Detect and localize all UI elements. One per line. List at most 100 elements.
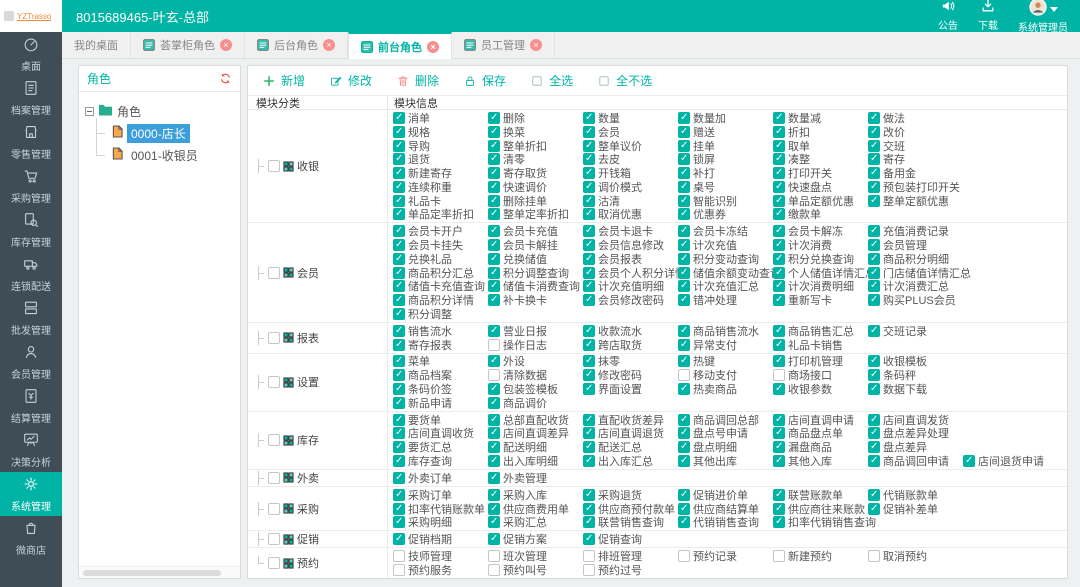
category-checkbox[interactable] <box>268 332 280 344</box>
announcement-button[interactable]: 公告 <box>938 0 958 32</box>
sidebar-item-gear[interactable]: 系统管理 <box>0 472 62 516</box>
permission-item[interactable]: 缴款单 <box>773 206 868 222</box>
download-button[interactable]: 下载 <box>978 0 998 32</box>
tree-collapse-icon[interactable] <box>85 107 94 116</box>
permission-item[interactable]: 会员修改密码 <box>583 292 678 308</box>
sidebar-item-member[interactable]: 会员管理 <box>0 340 62 384</box>
close-icon[interactable]: × <box>530 39 542 51</box>
permission-item[interactable]: 促销补差单 <box>868 501 963 517</box>
scrollbar-thumb[interactable] <box>83 570 221 576</box>
permission-item[interactable]: 界面设置 <box>583 381 678 397</box>
role-tree-node[interactable]: 0000-店长 <box>96 122 234 144</box>
permission-item[interactable]: 商品调回申请 <box>868 453 963 469</box>
permission-item[interactable]: 店间退货申请 <box>963 453 1058 469</box>
toolbar-button-selectnone[interactable]: 全不选 <box>597 72 652 89</box>
toolbar-button-selectall[interactable]: 全选 <box>530 72 573 89</box>
toolbar-button-add[interactable]: 新增 <box>262 72 305 89</box>
permission-item[interactable]: 预约叫号 <box>488 562 583 578</box>
permission-item[interactable]: 重新写卡 <box>773 292 868 308</box>
permission-item[interactable]: 操作日志 <box>488 337 583 353</box>
permission-item[interactable]: 出入库汇总 <box>583 453 678 469</box>
tab-2[interactable]: 荟掌柜角色× <box>131 32 245 58</box>
permission-item[interactable]: 热卖商品 <box>678 381 773 397</box>
permission-item[interactable]: 采购明细 <box>393 514 488 530</box>
sidebar-item-archive[interactable]: 档案管理 <box>0 76 62 120</box>
permission-item[interactable]: 优惠券 <box>678 206 773 222</box>
permission-item[interactable]: 预约过号 <box>583 562 678 578</box>
checkbox <box>488 414 500 426</box>
category-checkbox[interactable] <box>268 267 280 279</box>
toolbar-button-del[interactable]: 删除 <box>396 72 439 89</box>
category-checkbox[interactable] <box>268 557 280 569</box>
permission-item[interactable]: 礼品卡销售 <box>773 337 868 353</box>
permission-item[interactable]: 预约记录 <box>678 548 773 564</box>
permission-item[interactable]: 取消优惠 <box>583 206 678 222</box>
permission-item[interactable]: 商品调价 <box>488 395 583 411</box>
permission-item[interactable]: 数据下载 <box>868 381 963 397</box>
permission-item[interactable]: 新品申请 <box>393 395 488 411</box>
tab-3[interactable]: 后台角色× <box>245 32 348 58</box>
category-checkbox[interactable] <box>268 160 280 172</box>
sidebar-item-bag[interactable]: 微商店 <box>0 516 62 560</box>
permission-item[interactable]: 其他出库 <box>678 453 773 469</box>
permission-item[interactable]: 采购汇总 <box>488 514 583 530</box>
sidebar-item-store[interactable]: 零售管理 <box>0 120 62 164</box>
role-tree-node[interactable]: 0001-收银员 <box>96 144 234 166</box>
permission-item[interactable]: 错冲处理 <box>678 292 773 308</box>
user-menu[interactable]: 系统管理员 <box>1018 0 1068 34</box>
permission-item[interactable]: 新建预约 <box>773 548 868 564</box>
sidebar-item-settle[interactable]: 结算管理 <box>0 384 62 428</box>
category-checkbox[interactable] <box>268 434 280 446</box>
tab-1[interactable]: 我的桌面 <box>62 32 131 58</box>
permission-item[interactable]: 交班记录 <box>868 323 963 339</box>
checkbox <box>868 294 880 306</box>
permission-item[interactable]: 促销查询 <box>583 531 678 547</box>
close-icon[interactable]: × <box>427 41 439 53</box>
close-icon[interactable]: × <box>323 39 335 51</box>
table-header-row: 模块分类 模块信息 <box>248 96 1067 110</box>
toolbar-button-modify[interactable]: 修改 <box>329 72 372 89</box>
permission-item[interactable]: 联营销售查询 <box>583 514 678 530</box>
permission-item[interactable]: 外卖订单 <box>393 470 488 486</box>
permission-item[interactable]: 收银参数 <box>773 381 868 397</box>
permission-item[interactable]: 促销方案 <box>488 531 583 547</box>
permission-item[interactable]: 跨店取货 <box>583 337 678 353</box>
sidebar-item-truck[interactable]: 连锁配送 <box>0 252 62 296</box>
permission-item[interactable]: 购买PLUS会员 <box>868 292 963 308</box>
permission-item[interactable]: 外卖管理 <box>488 470 583 486</box>
close-icon[interactable]: × <box>220 39 232 51</box>
tab-4[interactable]: 前台角色× <box>348 32 452 59</box>
category-checkbox[interactable] <box>268 533 280 545</box>
permission-item[interactable]: 积分调整 <box>393 306 488 322</box>
sidebar-item-cart[interactable]: 采购管理 <box>0 164 62 208</box>
category-checkbox[interactable] <box>268 472 280 484</box>
permission-item[interactable]: 出入库明细 <box>488 453 583 469</box>
checkbox <box>583 550 595 562</box>
category-checkbox[interactable] <box>268 376 280 388</box>
toolbar-button-save[interactable]: 保存 <box>463 72 506 89</box>
permission-item[interactable]: 整单定额优惠 <box>868 193 963 209</box>
tab-5[interactable]: 员工管理× <box>452 32 555 58</box>
category-checkbox[interactable] <box>268 503 280 515</box>
sidebar-item-inventory[interactable]: 库存管理 <box>0 208 62 252</box>
app-logo[interactable]: YZTrasso <box>0 0 62 32</box>
role-tree-root[interactable]: 角色 <box>85 100 234 122</box>
permission-item[interactable]: 异常支付 <box>678 337 773 353</box>
permission-item[interactable]: 促销档期 <box>393 531 488 547</box>
refresh-icon[interactable] <box>219 72 232 85</box>
permission-item[interactable]: 整单定率折扣 <box>488 206 583 222</box>
horizontal-scrollbar[interactable] <box>79 566 240 578</box>
toolbar-button-label: 全选 <box>549 72 573 89</box>
permission-item[interactable]: 代销销售查询 <box>678 514 773 530</box>
permission-item[interactable]: 单品定率折扣 <box>393 206 488 222</box>
permission-item[interactable]: 取消预约 <box>868 548 963 564</box>
permission-item[interactable]: 预约服务 <box>393 562 488 578</box>
sidebar-item-dashboard[interactable]: 桌面 <box>0 32 62 76</box>
permission-item[interactable]: 库存查询 <box>393 453 488 469</box>
permission-item[interactable]: 寄存报表 <box>393 337 488 353</box>
permission-item[interactable]: 补卡换卡 <box>488 292 583 308</box>
sidebar-item-analytics[interactable]: 决策分析 <box>0 428 62 472</box>
permission-item[interactable]: 扣率代销销售查询 <box>773 514 876 530</box>
sidebar-item-wholesale[interactable]: 批发管理 <box>0 296 62 340</box>
permission-item[interactable]: 其他入库 <box>773 453 868 469</box>
